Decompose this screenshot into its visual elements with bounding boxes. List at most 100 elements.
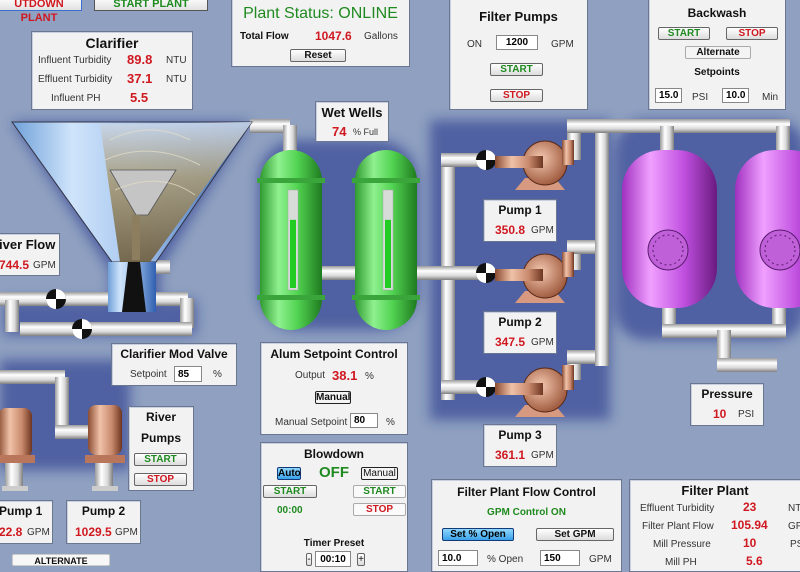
filter-pump-1-value: 350.8 [495,223,526,237]
filter-pumps-start-button[interactable]: START [490,63,543,76]
alum-manual-button[interactable]: Manual [315,391,351,404]
alum-control-title: Alum Setpoint Control [270,347,398,361]
blowdown-manual-stop-button[interactable]: STOP [353,503,406,516]
timer-preset-minus-button[interactable]: - [306,553,312,566]
filter-pump-2-unit: GPM [531,337,554,348]
river-flow-title: iver Flow [0,237,56,252]
backwash-min-input[interactable] [722,88,749,103]
filter-pump-2-value: 347.5 [495,335,526,349]
filter-pump-1-title: Pump 1 [498,203,542,217]
river-pumps-stop-button[interactable]: STOP [134,473,187,486]
river-flow-unit: GPM [33,260,56,271]
filter-pump-3-value: 361.1 [495,448,526,462]
filter-plant-flow-unit: GPM [788,521,800,532]
filter-pump-3-panel: Pump 3 361.1 GPM [483,424,557,467]
backwash-psi-input[interactable] [655,88,682,103]
timer-preset-plus-button[interactable]: + [357,553,365,566]
filter-vessel-1 [622,150,717,308]
influent-ph-value: 5.5 [130,90,149,105]
river-pump-2-title: Pump 2 [81,504,126,518]
mill-pressure-unit: PSI [790,539,800,550]
river-pumps-panel: River Pumps START STOP [128,406,194,491]
river-pump-1-graphic [0,408,35,491]
filter-pumps-on-input[interactable] [496,35,538,50]
river-pump-2-graphic [85,405,125,491]
backwash-start-button[interactable]: START [658,27,710,40]
effluent-turbidity-value: 37.1 [127,71,153,86]
blowdown-title: Blowdown [304,447,364,461]
filter-plant-flow-value: 105.94 [731,518,768,532]
filter-pumps-title: Filter Pumps [479,9,558,24]
river-pumps-alternate-button[interactable]: ALTERNATE [12,554,110,566]
percent-open-unit: % Open [487,554,524,565]
influent-ph-label: Influent PH [51,93,101,104]
mill-ph-value: 5.6 [746,554,763,568]
reset-button[interactable]: Reset [290,49,346,62]
blowdown-manual-start-button[interactable]: START [353,485,406,498]
effluent-turbidity-label: Effluent Turbidity [38,74,113,85]
clarifier-mod-valve-title: Clarifier Mod Valve [120,347,228,361]
start-plant-button[interactable]: START PLANT [94,0,208,11]
pressure-value: 10 [713,407,727,421]
blowdown-panel: Blowdown Auto OFF Manual START START 00:… [260,442,408,572]
river-pump-1-title: Pump 1 [0,504,43,518]
shutdown-plant-button[interactable]: UTDOWN PLANT [0,0,82,24]
set-gpm-button[interactable]: Set GPM [536,528,614,541]
influent-turbidity-unit: NTU [166,55,187,66]
filter-pump-2-panel: Pump 2 347.5 GPM [483,311,557,354]
backwash-min-unit: Min [762,92,779,103]
timer-preset-input[interactable] [315,551,351,567]
flow-control-panel: Filter Plant Flow Control GPM Control ON… [431,479,622,572]
filter-pumps-on-label: ON [467,39,482,50]
mill-ph-label: Mill PH [665,557,697,568]
clarifier-mod-valve-setpoint-input[interactable] [174,366,202,382]
blowdown-auto-button[interactable]: Auto [277,467,301,480]
backwash-panel: Backwash START STOP Alternate Setpoints … [648,0,786,110]
gpm-input[interactable] [540,550,580,566]
clarifier-title: Clarifier [85,35,139,51]
river-pumps-title-line1: River [145,410,177,424]
filter-plant-title: Filter Plant [681,483,749,498]
filter-plant-effluent-unit: NTU [788,503,800,514]
alum-output-label: Output [295,370,326,381]
gpm-unit: GPM [589,554,612,565]
clarifier-tank [11,121,253,312]
wet-wells-unit: % Full [353,127,379,137]
river-pump-2-unit: GPM [115,527,138,538]
filter-vessel-2 [735,150,800,308]
blowdown-auto-start-button[interactable]: START [263,485,317,498]
filter-pumps-panel: Filter Pumps ON GPM START STOP [449,0,588,110]
river-pump-1-panel: Pump 1 22.8 GPM [0,500,53,544]
river-pump-1-value: 22.8 [0,525,23,539]
wet-well-1-level [290,219,296,288]
alum-manual-setpoint-input[interactable] [350,413,378,428]
alum-manual-setpoint-unit: % [386,417,395,428]
river-pump-1-unit: GPM [27,527,50,538]
influent-turbidity-label: Influent Turbidity [38,55,112,66]
filter-pumps-stop-button[interactable]: STOP [490,89,543,102]
backwash-setpoints-label: Setpoints [694,67,740,78]
filter-pumps-on-unit: GPM [551,39,574,50]
valve-pump-3 [476,377,496,397]
wet-well-1 [257,150,325,330]
wet-wells-value: 74 [332,124,347,139]
influent-turbidity-value: 89.8 [127,52,153,67]
mill-pressure-label: Mill Pressure [653,539,711,550]
filter-plant-effluent-label: Effluent Turbidity [640,503,715,514]
clarifier-mod-valve-unit: % [213,369,222,380]
blowdown-manual-button[interactable]: Manual [361,467,398,480]
plant-status-panel: Plant Status: ONLINE Total Flow 1047.6 G… [231,0,410,67]
set-percent-open-button[interactable]: Set % Open [442,528,514,541]
backwash-stop-button[interactable]: STOP [726,27,778,40]
plant-status-text: Plant Status: ONLINE [243,5,398,22]
valve-pump-2 [476,263,496,283]
river-pumps-start-button[interactable]: START [134,453,187,466]
percent-open-input[interactable] [438,550,478,566]
river-pump-2-panel: Pump 2 1029.5 GPM [66,500,141,544]
filter-pump-2-title: Pump 2 [498,315,542,329]
clarifier-mod-valve-setpoint-label: Setpoint [130,369,167,380]
backwash-alternate-button[interactable]: Alternate [685,46,751,59]
effluent-turbidity-unit: NTU [166,74,187,85]
clarifier-panel: Clarifier Influent Turbidity 89.8 NTU Ef… [31,31,193,110]
filter-pump-3-title: Pump 3 [498,428,542,442]
